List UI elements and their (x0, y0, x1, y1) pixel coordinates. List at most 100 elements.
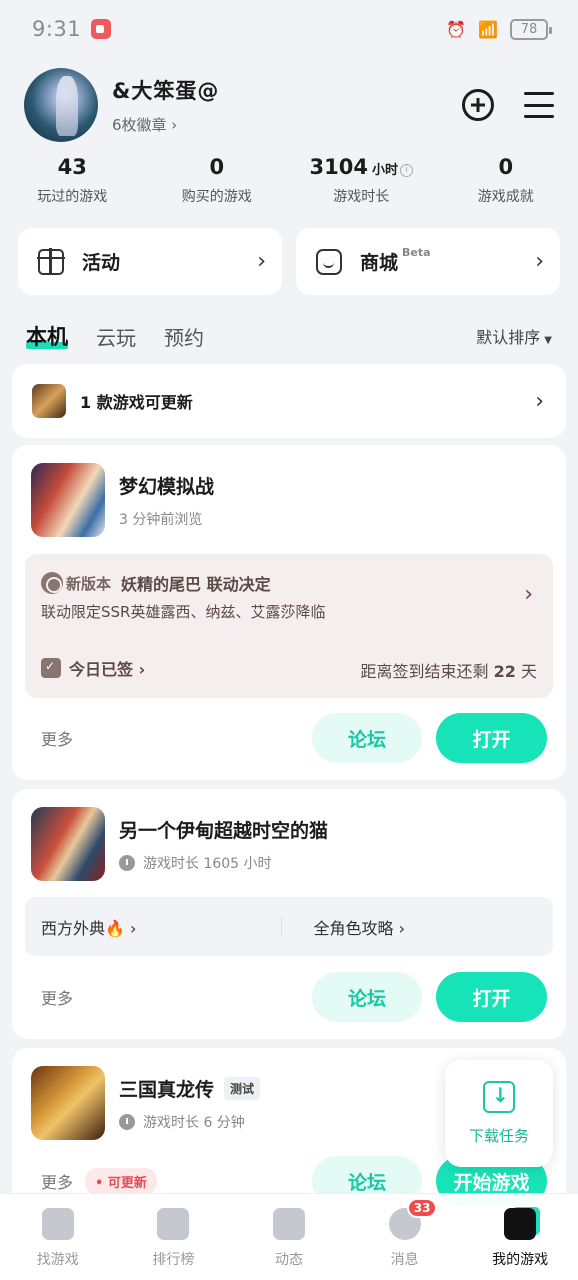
status-time: 9:31 (32, 17, 82, 41)
event-panel[interactable]: 新版本 妖精的尾巴 联动决定 联动限定SSR英雄露西、纳兹、艾露莎降临 › 今日… (25, 554, 553, 698)
stat-label: 购买的游戏 (181, 189, 252, 205)
stat-play-time[interactable]: 3104 小时 i 游戏时长 (289, 155, 434, 206)
badges-link[interactable]: 6枚徽章 › (112, 114, 219, 135)
timer-icon (119, 854, 135, 871)
tab-reserve[interactable]: 预约 (164, 322, 204, 351)
new-version-label: 新版本 (66, 574, 112, 593)
sort-label: 默认排序 (476, 328, 541, 347)
screen-record-icon (91, 19, 112, 39)
nav-find-games[interactable]: 找游戏 (0, 1194, 116, 1280)
nav-my-games[interactable]: 我的游戏 (462, 1194, 578, 1280)
feed-icon (272, 1208, 305, 1240)
more-button[interactable]: 更多 (41, 985, 73, 1009)
stat-purchased-games[interactable]: 0 购买的游戏 (145, 155, 290, 206)
activity-card[interactable]: 活动 › (18, 228, 282, 295)
my-games-icon (504, 1208, 537, 1240)
chevron-right-icon: › (257, 249, 266, 274)
nav-label: 找游戏 (36, 1252, 79, 1268)
tab-cloud[interactable]: 云玩 (96, 322, 136, 351)
signed-in-link[interactable]: 今日已签 › (41, 656, 145, 680)
stat-label: 游戏时长 (333, 189, 390, 205)
nav-feed[interactable]: 动态 (231, 1194, 347, 1280)
battery-indicator: 78 (510, 18, 552, 40)
game-card: 另一个伊甸超越时空的猫 游戏时长 1605 小时 西方外典🔥 › 全角色攻略 ›… (12, 789, 566, 1039)
game-card: 梦幻模拟战 3 分钟前浏览 新版本 妖精的尾巴 联动决定 联动限定SSR英雄露西… (12, 445, 566, 780)
stat-achievements[interactable]: 0 游戏成就 (434, 155, 578, 206)
profile-actions (462, 89, 554, 121)
update-banner[interactable]: 1 款游戏可更新 › (12, 364, 566, 438)
gift-icon (37, 247, 65, 275)
sort-dropdown[interactable]: 默认排序 ▼ (476, 324, 552, 348)
countdown-days: 22 (493, 662, 516, 681)
nav-label: 排行榜 (152, 1252, 195, 1268)
quick-cards: 活动 › 商城 Beta › (18, 228, 560, 295)
stat-played-games[interactable]: 43 玩过的游戏 (0, 155, 145, 206)
stat-label: 玩过的游戏 (37, 189, 108, 205)
guide-links: 西方外典🔥 › 全角色攻略 › (25, 897, 553, 956)
shop-label: 商城 (360, 252, 399, 274)
stat-value: 0 (209, 155, 225, 179)
guide-link[interactable]: 西方外典🔥 › (25, 915, 281, 939)
sign-in-countdown: 距离签到结束还剩 22 天 (361, 658, 537, 682)
calendar-check-icon (41, 658, 61, 678)
shop-card[interactable]: 商城 Beta › (296, 228, 560, 295)
game-icon[interactable] (31, 463, 105, 537)
open-button[interactable]: 打开 (436, 713, 547, 763)
guide-link[interactable]: 全角色攻略 › (282, 915, 554, 939)
game-icon[interactable] (31, 807, 105, 881)
new-version-badge: 新版本 妖精的尾巴 联动决定 (41, 571, 271, 595)
nav-label: 我的游戏 (492, 1252, 549, 1268)
signed-label: 今日已签 › (69, 660, 146, 679)
game-header[interactable]: 梦幻模拟战 3 分钟前浏览 (31, 463, 214, 537)
status-bar: 9:31 ⏰ 📶 78 (0, 0, 578, 58)
more-button[interactable]: 更多 (41, 1169, 73, 1193)
power-icon (41, 572, 63, 594)
forum-button[interactable]: 论坛 (312, 972, 422, 1022)
download-icon (483, 1081, 515, 1113)
chevron-right-icon: › (524, 582, 533, 607)
nav-ranking[interactable]: 排行榜 (116, 1194, 232, 1280)
game-title-row: 三国真龙传 测试 (119, 1075, 261, 1102)
message-count-badge: 33 (406, 1198, 438, 1218)
menu-button[interactable] (524, 92, 554, 118)
card-actions: 更多 论坛 打开 (41, 972, 547, 1022)
game-playtime: 游戏时长 1605 小时 (119, 853, 328, 873)
game-header[interactable]: 三国真龙传 测试 游戏时长 6 分钟 (31, 1066, 261, 1140)
game-info: 三国真龙传 测试 游戏时长 6 分钟 (119, 1075, 261, 1132)
open-button[interactable]: 打开 (436, 972, 547, 1022)
update-text: 1 款游戏可更新 (80, 393, 193, 412)
activity-label: 活动 (82, 252, 121, 274)
nav-label: 消息 (390, 1252, 419, 1268)
stat-value: 0 (498, 155, 514, 179)
profile-text: &大笨蛋@ 6枚徽章 › (112, 75, 219, 135)
alarm-icon: ⏰ (446, 19, 467, 39)
game-title: 另一个伊甸超越时空的猫 (119, 819, 329, 842)
stat-label: 游戏成就 (477, 189, 534, 205)
username: &大笨蛋@ (112, 79, 220, 103)
game-icon[interactable] (31, 1066, 105, 1140)
download-tasks-button[interactable]: 下载任务 (445, 1060, 553, 1167)
info-icon[interactable]: i (399, 164, 413, 177)
wifi-icon: 📶 (478, 19, 498, 39)
game-info: 梦幻模拟战 3 分钟前浏览 (119, 472, 214, 529)
countdown-suffix: 天 (520, 662, 537, 681)
more-button[interactable]: 更多 (41, 726, 73, 750)
stats-row: 43 玩过的游戏 0 购买的游戏 3104 小时 i 游戏时长 0 游戏成就 (0, 155, 578, 206)
update-available-tag: • 可更新 (85, 1167, 157, 1195)
add-button[interactable] (462, 89, 494, 121)
game-title: 三国真龙传 (119, 1078, 215, 1101)
game-last-viewed: 3 分钟前浏览 (119, 511, 203, 528)
forum-button[interactable]: 论坛 (312, 713, 422, 763)
card-actions: 更多 论坛 打开 (41, 713, 547, 763)
tab-local[interactable]: 本机 (26, 321, 68, 351)
status-icons: ⏰ 📶 78 (446, 18, 552, 40)
avatar[interactable] (24, 68, 98, 142)
game-title: 梦幻模拟战 (119, 475, 215, 498)
chevron-right-icon: › (535, 249, 544, 274)
game-tabs: 本机 云玩 预约 默认排序 ▼ (26, 318, 552, 354)
game-thumbnail (32, 384, 66, 418)
game-header[interactable]: 另一个伊甸超越时空的猫 游戏时长 1605 小时 (31, 807, 328, 881)
stat-value: 43 (57, 155, 87, 179)
playtime-text: 游戏时长 1605 小时 (143, 855, 272, 872)
nav-messages[interactable]: 33 消息 (347, 1194, 463, 1280)
